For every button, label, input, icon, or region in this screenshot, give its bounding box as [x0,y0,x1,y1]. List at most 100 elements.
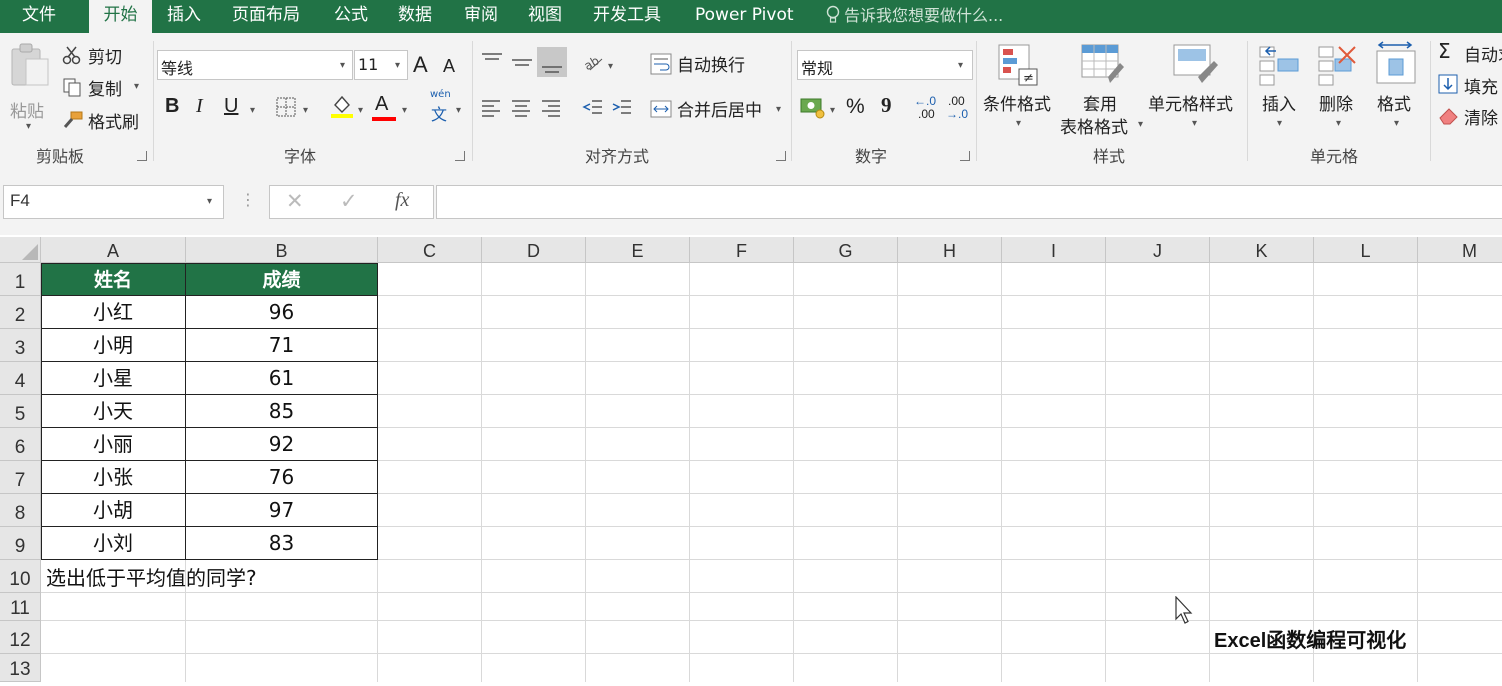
tab-power-pivot[interactable]: Power Pivot [695,0,794,33]
clear-button[interactable]: 清除 [1438,104,1502,128]
decrease-decimal-button[interactable]: .00 →.0 [946,94,974,122]
increase-font-button[interactable]: A [413,52,428,78]
format-cells-button[interactable]: 格式 ▾ [1375,39,1421,137]
format-cells-icon [1376,41,1416,84]
format-painter-button[interactable]: 格式刷 [62,108,146,133]
font-name-select[interactable]: 等线 ▾ [157,50,353,80]
fill-button[interactable]: 填充 [1438,73,1502,97]
name-box[interactable]: F4 ▾ [3,185,224,219]
tab-insert[interactable]: 插入 [167,0,201,33]
align-right-icon[interactable] [540,98,562,120]
align-left-icon[interactable] [480,98,502,120]
chevron-down-icon: ▾ [340,60,346,71]
font-launcher-icon[interactable] [455,151,465,161]
format-as-table-button[interactable]: 套用 表格格式 ▾ [1058,41,1146,141]
formula-bar-grip-icon[interactable]: ⋮ [240,190,256,209]
col-header-M[interactable]: M [1418,237,1502,263]
row-header-5[interactable]: 5 [0,395,41,428]
group-divider [791,41,792,161]
percent-button[interactable]: % [846,95,865,119]
fill-color-icon[interactable] [330,93,354,119]
table-divider [41,394,378,395]
table-divider [41,493,378,494]
alignment-launcher-icon[interactable] [776,151,786,161]
chevron-down-icon: ▾ [1016,118,1022,129]
col-header-D[interactable]: D [482,237,586,263]
row-header-3[interactable]: 3 [0,329,41,362]
align-center-icon[interactable] [510,98,532,120]
comma-button[interactable]: 9 [881,93,892,118]
cut-button[interactable]: 剪切 [62,43,142,68]
row-header-8[interactable]: 8 [0,494,41,527]
row-header-9[interactable]: 9 [0,527,41,560]
increase-decimal-button[interactable]: ←.0 .00 [914,94,942,122]
orientation-icon[interactable]: ab [582,51,606,73]
delete-cells-button[interactable]: 删除 ▾ [1317,41,1363,137]
cell-styles-button[interactable]: 单元格样式 ▾ [1148,41,1244,137]
bold-button[interactable]: B [165,95,179,118]
tell-me-search[interactable]: 告诉我您想要做什么... [826,0,1003,33]
align-top-icon[interactable] [480,51,504,73]
font-size-select[interactable]: 11 ▾ [354,50,408,80]
underline-button[interactable]: U [224,95,238,118]
insert-cells-button[interactable]: 插入 ▾ [1258,41,1304,137]
italic-button[interactable]: I [196,95,203,118]
tab-formulas[interactable]: 公式 [334,0,368,33]
currency-icon[interactable] [800,95,826,119]
tab-review[interactable]: 审阅 [464,0,498,33]
col-header-A[interactable]: A [41,237,186,263]
formula-input[interactable] [436,185,1502,219]
table-divider [41,460,378,461]
phonetic-guide-button[interactable]: 文 [431,101,447,125]
wrap-text-button[interactable]: 自动换行 [650,51,760,77]
clear-label: 清除 [1464,109,1498,128]
row-header-6[interactable]: 6 [0,428,41,461]
tab-page-layout[interactable]: 页面布局 [232,0,300,33]
col-header-J[interactable]: J [1106,237,1210,263]
copy-button[interactable]: 复制 ▾ [62,75,146,100]
number-launcher-icon[interactable] [960,151,970,161]
decrease-font-button[interactable]: A [443,56,455,77]
col-header-B[interactable]: B [186,237,378,263]
tab-developer[interactable]: 开发工具 [593,0,661,33]
font-color-button[interactable]: A [375,93,388,116]
cancel-formula-button[interactable]: ✕ [286,189,304,213]
clipboard-launcher-icon[interactable] [137,151,147,161]
col-header-I[interactable]: I [1002,237,1106,263]
merge-center-button[interactable]: 合并后居中 ▾ [650,96,790,122]
col-header-F[interactable]: F [690,237,794,263]
row-header-4[interactable]: 4 [0,362,41,395]
col-header-H[interactable]: H [898,237,1002,263]
autosum-button[interactable]: Σ 自动求 [1438,41,1502,65]
row-header-11[interactable]: 11 [0,593,41,621]
chevron-down-icon: ▾ [26,121,32,132]
col-header-G[interactable]: G [794,237,898,263]
row-header-2[interactable]: 2 [0,296,41,329]
col-header-E[interactable]: E [586,237,690,263]
tab-file[interactable]: 文件 [22,0,56,33]
row-header-12[interactable]: 12 [0,621,41,654]
row-header-7[interactable]: 7 [0,461,41,494]
tab-data[interactable]: 数据 [398,0,432,33]
tab-home[interactable]: 开始 [89,0,152,33]
decrease-indent-icon[interactable] [582,98,604,120]
increase-indent-icon[interactable] [611,98,633,120]
question-cell[interactable]: 选出低于平均值的同学? [46,562,257,591]
font-color-swatch [372,117,396,121]
align-middle-icon[interactable] [510,51,534,73]
row-header-10[interactable]: 10 [0,560,41,593]
col-header-C[interactable]: C [378,237,482,263]
conditional-formatting-button[interactable]: ≠ 条件格式 ▾ [982,41,1058,137]
row-header-1[interactable]: 1 [0,263,41,296]
tab-view[interactable]: 视图 [528,0,562,33]
chevron-down-icon: ▾ [456,105,462,116]
borders-icon[interactable] [275,96,297,118]
insert-function-button[interactable]: fx [395,189,409,212]
paste-button[interactable]: 粘贴 ▾ [6,41,52,132]
enter-formula-button[interactable]: ✓ [340,189,358,213]
row-header-13[interactable]: 13 [0,654,41,682]
align-bottom-button[interactable] [537,47,567,77]
col-header-L[interactable]: L [1314,237,1418,263]
number-format-select[interactable]: 常规 ▾ [797,50,973,80]
col-header-K[interactable]: K [1210,237,1314,263]
